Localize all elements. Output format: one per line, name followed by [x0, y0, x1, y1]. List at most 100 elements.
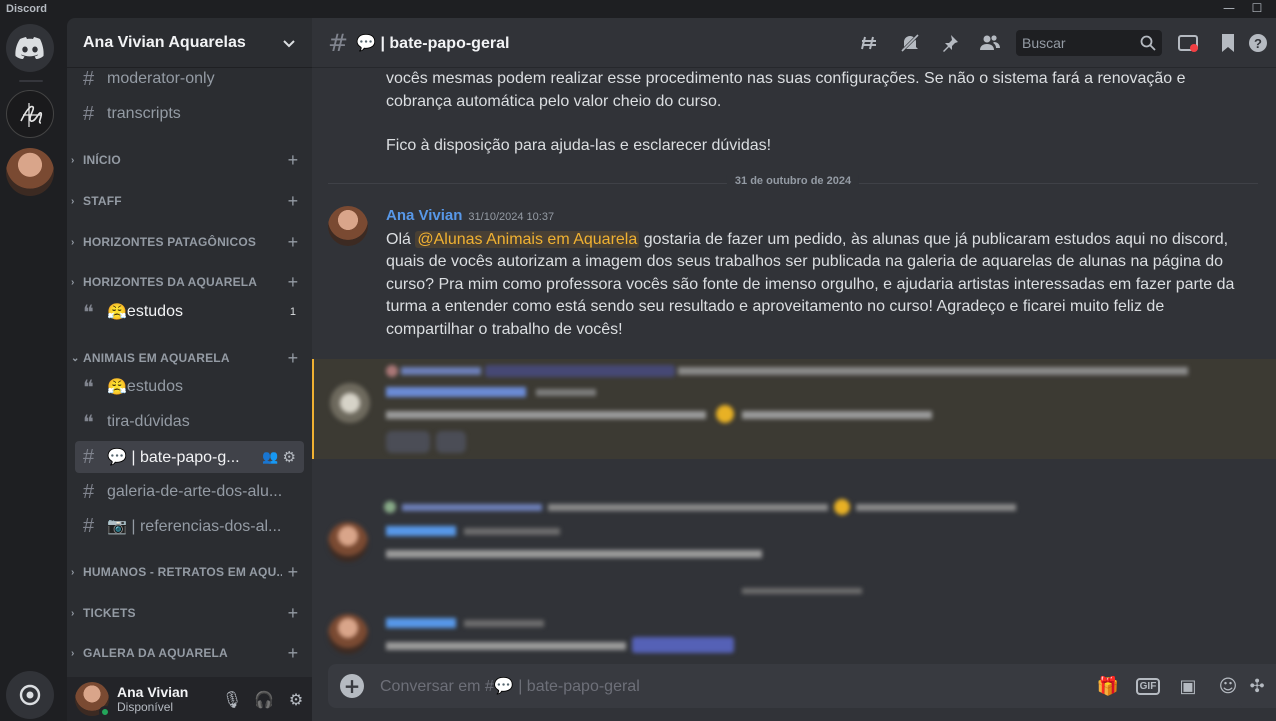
category-label: STAFF: [83, 194, 122, 208]
message-header: Ana Vivian 31/10/2024 10:37: [386, 205, 1246, 229]
forum-channel-tira-duvidas[interactable]: ❝ tira-dúvidas: [75, 406, 304, 438]
message-prefix: Olá: [386, 230, 416, 248]
chat-area: # 💬 | bate-papo-geral Buscar ? vocês mes…: [312, 18, 1276, 721]
server-icon-ana-vivian[interactable]: [6, 148, 54, 196]
channel-transcripts[interactable]: # transcripts: [75, 98, 304, 130]
date-divider-label: 31 de outubro de 2024: [726, 175, 860, 187]
category-horizontes-aquarela[interactable]: › HORIZONTES DA AQUARELA +: [71, 270, 304, 294]
category-staff[interactable]: › STAFF +: [71, 189, 304, 213]
headphones-icon[interactable]: 🎧: [248, 683, 280, 715]
add-channel-icon[interactable]: +: [282, 232, 304, 253]
pin-icon[interactable]: [930, 26, 970, 60]
gift-icon[interactable]: 🎁: [1088, 671, 1128, 701]
highlighted-message: [312, 359, 1276, 459]
category-label: TICKETS: [83, 606, 136, 620]
channel-label: 💬 | bate-papo-g...: [107, 449, 240, 466]
message-continuation: vocês mesmas podem realizar esse procedi…: [386, 70, 1186, 110]
invite-icon[interactable]: 👥: [262, 449, 278, 465]
discord-home-button[interactable]: [6, 24, 54, 72]
category-label: HORIZONTES DA AQUARELA: [83, 275, 258, 289]
user-name: Ana Vivian: [117, 684, 189, 700]
gif-icon[interactable]: GIF: [1128, 671, 1168, 701]
text-channel-icon: #: [83, 67, 95, 90]
sticker-icon[interactable]: ▣: [1168, 671, 1208, 701]
channel-title: 💬 | bate-papo-geral: [356, 34, 510, 52]
server-icon-aquarela-logo[interactable]: [6, 90, 54, 138]
forum-channel-estudos[interactable]: ❝ 😤 estudos: [75, 371, 304, 403]
chevron-right-icon: ›: [71, 154, 75, 166]
role-mention[interactable]: @Alunas Animais em Aquarela: [415, 230, 640, 248]
discover-button[interactable]: [6, 671, 54, 719]
rail-separator: [19, 80, 43, 82]
mute-notifications-icon[interactable]: [890, 26, 930, 60]
text-channel-icon: #: [83, 445, 95, 468]
channel-bate-papo-geral[interactable]: # 💬 | bate-papo-g... 👥 ⚙: [75, 441, 304, 473]
category-inicio[interactable]: › INÍCIO +: [71, 148, 304, 172]
message-body: Olá @Alunas Animais em Aquarela gostaria…: [386, 229, 1246, 342]
text-channel-icon: #: [83, 480, 95, 503]
search-input[interactable]: Buscar: [1016, 30, 1162, 56]
category-label: HUMANOS - RETRATOS EM AQU...: [83, 565, 282, 579]
channel-emoji: 😤: [107, 304, 127, 321]
help-icon[interactable]: ?: [1248, 26, 1276, 60]
inbox-icon[interactable]: [1168, 26, 1208, 60]
message-continuation: Fico à disposição para ajuda-las e escla…: [386, 137, 772, 154]
message-composer[interactable]: + Conversar em #💬 | bate-papo-geral 🎁 GI…: [328, 664, 1260, 708]
channel-referencias[interactable]: # 📷 | referencias-dos-al...: [75, 510, 304, 542]
chevron-right-icon: ›: [71, 276, 75, 288]
forum-icon: ❝: [83, 376, 94, 399]
forum-icon: ❝: [83, 411, 94, 434]
threads-icon[interactable]: [850, 26, 890, 60]
user-status: Disponível: [117, 700, 174, 714]
date-divider: 31 de outubro de 2024: [328, 175, 1258, 187]
channel-label: tira-dúvidas: [107, 413, 190, 430]
header-toolbar: Buscar ?: [850, 26, 1276, 60]
chevron-right-icon: ›: [71, 607, 75, 619]
guild-name: Ana Vivian Aquarelas: [83, 33, 246, 51]
chevron-right-icon: ›: [71, 236, 75, 248]
add-channel-icon[interactable]: +: [282, 272, 304, 293]
user-panel: Ana Vivian Disponível 🎙 🎧 ⚙: [67, 677, 312, 721]
category-humanos[interactable]: › HUMANOS - RETRATOS EM AQU... +: [71, 560, 304, 584]
add-channel-icon[interactable]: +: [282, 191, 304, 212]
chevron-right-icon: ›: [71, 647, 75, 659]
text-channel-icon: #: [328, 28, 349, 57]
member-list-icon[interactable]: [970, 26, 1010, 60]
category-label: INÍCIO: [83, 153, 121, 167]
add-channel-icon[interactable]: +: [282, 562, 304, 583]
avatar[interactable]: [328, 206, 368, 246]
add-channel-icon[interactable]: +: [282, 603, 304, 624]
user-info[interactable]: Ana Vivian Disponível: [117, 684, 216, 714]
category-label: GALERA DA AQUARELA: [83, 646, 228, 660]
microphone-icon[interactable]: 🎙: [216, 683, 248, 715]
app-name: Discord: [6, 3, 47, 15]
add-attachment-icon[interactable]: +: [340, 674, 364, 698]
online-status-dot: [99, 706, 111, 718]
category-animais-aquarela[interactable]: ⌄ ANIMAIS EM AQUARELA +: [71, 346, 304, 370]
message-timestamp: 31/10/2024 10:37: [468, 211, 555, 223]
channel-moderator-only[interactable]: # moderator-only: [75, 63, 304, 95]
gear-icon[interactable]: ⚙: [280, 683, 312, 715]
text-channel-icon: #: [83, 102, 95, 125]
bookmark-icon[interactable]: [1208, 26, 1248, 60]
channel-label: 📷 | referencias-dos-al...: [107, 518, 282, 535]
message-list: vocês mesmas podem realizar esse procedi…: [312, 68, 1276, 668]
add-channel-icon[interactable]: +: [282, 643, 304, 664]
channel-label: estudos: [126, 303, 183, 320]
gear-icon[interactable]: ⚙: [283, 448, 296, 466]
guild-header[interactable]: Ana Vivian Aquarelas: [67, 18, 312, 68]
message-author[interactable]: Ana Vivian: [386, 207, 462, 224]
category-horizontes-patagonicos[interactable]: › HORIZONTES PATAGÔNICOS +: [71, 230, 304, 254]
avatar[interactable]: [75, 682, 111, 718]
add-channel-icon[interactable]: +: [282, 150, 304, 171]
category-tickets[interactable]: › TICKETS +: [71, 601, 304, 625]
server-rail: [0, 18, 62, 721]
minimize-button[interactable]: —: [1214, 0, 1244, 18]
channel-galeria-de-arte[interactable]: # galeria-de-arte-dos-alu...: [75, 476, 304, 508]
add-channel-icon[interactable]: +: [282, 348, 304, 369]
chevron-down-icon: [283, 39, 295, 47]
forum-channel-estudos-horizontes[interactable]: ❝ 😤 estudos 1: [75, 296, 304, 328]
category-galera-aquarela[interactable]: › GALERA DA AQUARELA +: [71, 641, 304, 665]
maximize-button[interactable]: ☐: [1242, 0, 1272, 18]
apps-icon[interactable]: ✣: [1238, 664, 1276, 708]
